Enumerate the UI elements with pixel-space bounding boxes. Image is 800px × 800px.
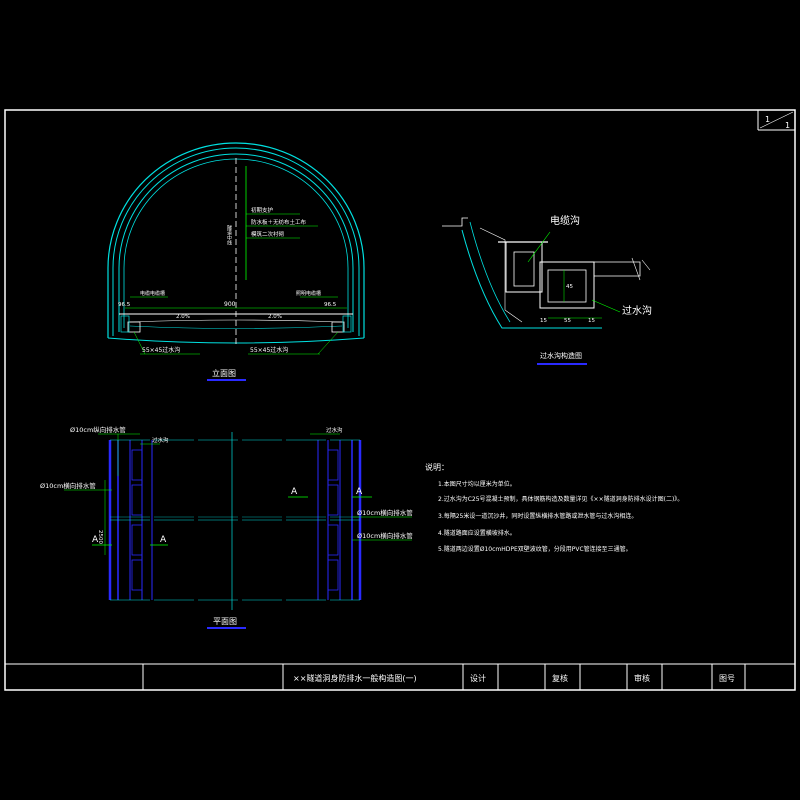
title-block: ××隧道洞身防排水一般构造图(一) 设计 复核 审核 图号 (5, 663, 795, 690)
section-title: 过水沟构造图 (540, 351, 582, 360)
note-3: 3.每隔25米设一道沉沙井，同时设置纵横排水管路或泄水管与过水沟相连。 (438, 512, 637, 520)
elevation-view: 隧道中线 初期支护 防水板＋无纺布土工布 模筑二次衬砌 900 96.5 96.… (107, 142, 365, 381)
tb-drawing-no: 图号 (719, 674, 735, 683)
elev-layer1: 初期支护 (251, 206, 274, 214)
section-cable-label: 电缆沟 (550, 214, 580, 227)
section-ditch-label: 过水沟 (622, 304, 652, 317)
elev-dim-width: 900 (224, 301, 236, 308)
elev-slope-right: 2.0% (268, 314, 282, 320)
notes-block: 说明： 1.本图尺寸均以厘米为单位。 2.过水沟为C25号混凝土预制，具体钢筋构… (425, 462, 683, 553)
note-5: 5.隧道两边设置Ø10cmHDPE双壁波纹管，分段用PVC管连接至三通管。 (438, 545, 632, 553)
plan-pipe-trans-r1: Ø10cm横向排水管 (357, 508, 413, 517)
elev-ditch-left: 55×45过水沟 (142, 346, 180, 354)
section-dim-a: 15 (540, 318, 547, 324)
section-view: 45 15 55 15 电缆沟 过水沟 过水沟构造图 (442, 214, 652, 365)
tb-review: 审核 (634, 673, 650, 683)
drawing-title: ××隧道洞身防排水一般构造图(一) (293, 673, 417, 683)
plan-mark-a3: A (291, 487, 298, 497)
page-mark-num: 1 (765, 115, 770, 124)
elev-layer2: 防水板＋无纺布土工布 (251, 218, 307, 226)
outer-frame (4, 109, 796, 691)
elev-slope-left: 2.0% (176, 314, 190, 320)
plan-dim-spacing: 2500 (97, 530, 103, 544)
page-mark-den: 1 (785, 121, 790, 130)
plan-ditch-right: 过水沟 (326, 426, 343, 434)
plan-pipe-trans-left: Ø10cm横向排水管 (40, 481, 96, 490)
page-mark: 1 1 (757, 110, 795, 131)
elev-title: 立面图 (212, 368, 236, 378)
plan-pipe-long: Ø10cm纵向排水管 (70, 425, 126, 434)
plan-pipe-trans-r2: Ø10cm横向排水管 (357, 531, 413, 540)
elev-dim-left: 96.5 (118, 302, 131, 308)
elev-ditch-right: 55×45过水沟 (250, 346, 288, 354)
elev-cable-left: 电缆电缆槽 (140, 290, 165, 297)
tb-check: 复核 (552, 673, 568, 683)
notes-heading: 说明： (425, 462, 449, 472)
section-dim-b: 55 (564, 318, 571, 324)
note-1: 1.本图尺寸均以厘米为单位。 (438, 480, 516, 488)
cad-drawing: 1 1 隧道中线 初期支护 防水板＋无纺布土工布 模筑二次衬砌 900 96.5… (4, 109, 796, 691)
plan-mark-a2: A (160, 535, 167, 545)
plan-ditch-left: 过水沟 (152, 436, 169, 444)
note-4: 4.隧道路面应设置横坡排水。 (438, 529, 516, 537)
section-dim-h: 45 (566, 284, 573, 290)
section-cable-duct (505, 241, 543, 293)
elev-centerline-label: 隧道中线 (226, 224, 232, 245)
plan-view: A A A A 2500 Ø10cm纵向排水管 过水沟 过水沟 Ø10cm横向排… (40, 425, 413, 629)
elev-layer3: 模筑二次衬砌 (251, 230, 285, 238)
note-2: 2.过水沟为C25号混凝土预制，具体钢筋构造及数量详见《××隧道洞身防排水设计图… (438, 495, 683, 503)
plan-title: 平面图 (213, 617, 237, 626)
elev-dim-right: 96.5 (324, 302, 337, 308)
plan-mark-a4: A (356, 487, 363, 497)
section-dim-c: 15 (588, 318, 595, 324)
elev-cable-right: 照明电缆槽 (296, 290, 321, 297)
tb-design: 设计 (470, 673, 486, 683)
